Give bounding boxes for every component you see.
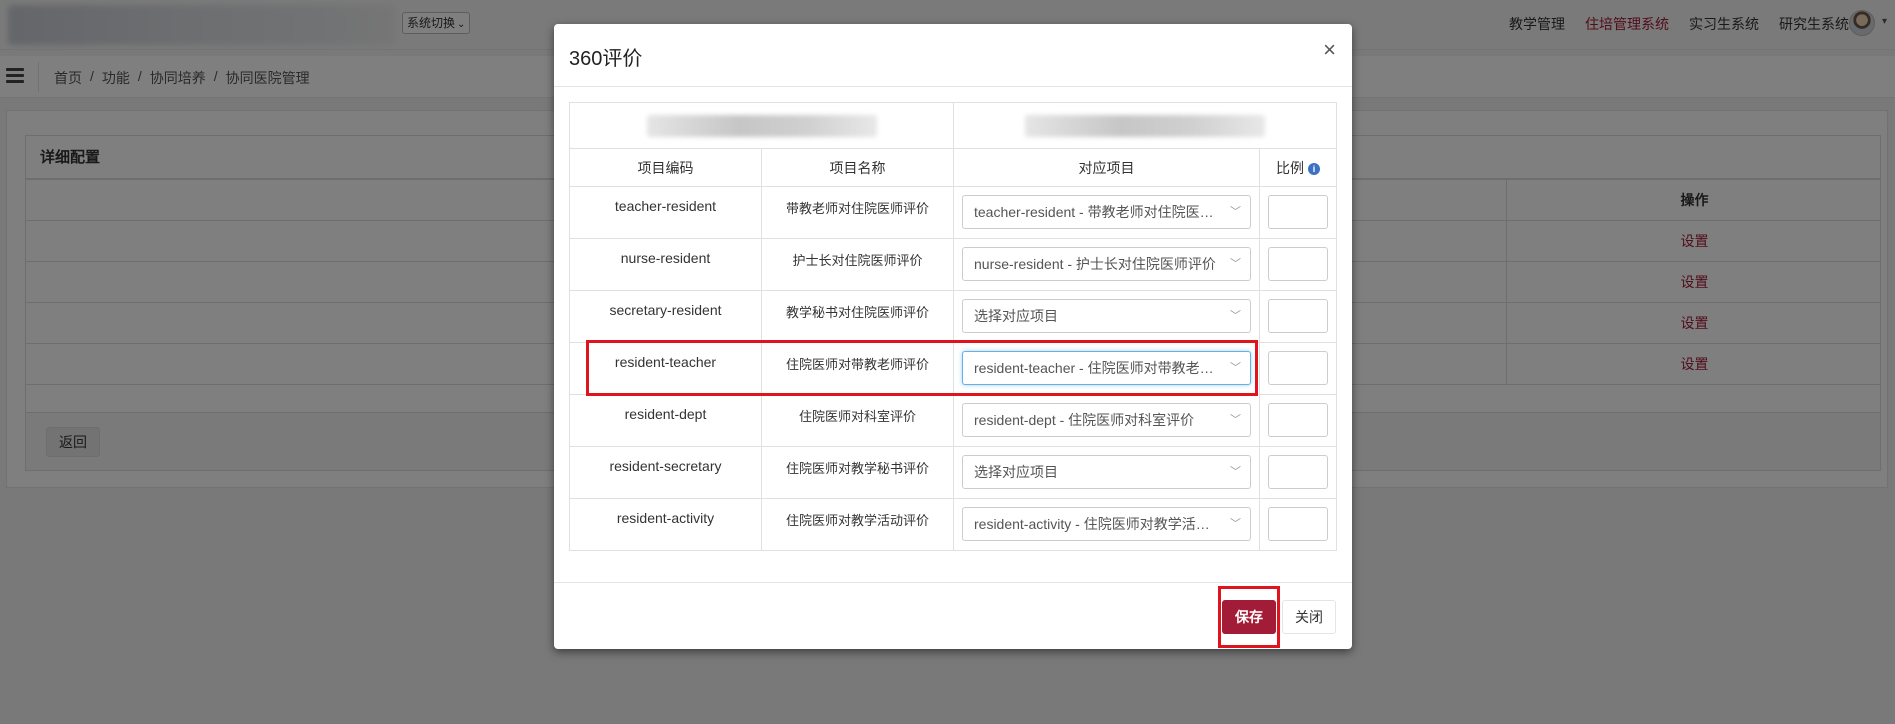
item-name: 住院医师对带教老师评价 — [761, 342, 954, 395]
mapping-select[interactable]: resident-dept - 住院医师对科室评价 ﹀ — [962, 403, 1251, 437]
header-ratio-label: 比例 — [1276, 159, 1304, 176]
ratio-input[interactable] — [1268, 507, 1328, 541]
chevron-down-icon: ﹀ — [1230, 414, 1241, 426]
item-name: 住院医师对教学活动评价 — [761, 498, 954, 551]
table-header-row: 项目编码 项目名称 对应项目 比例 i — [569, 148, 1337, 187]
modal-title: 360评价 — [569, 48, 643, 70]
table-row: resident-dept 住院医师对科室评价 resident-dept - … — [569, 394, 1337, 447]
table-row: resident-teacher 住院医师对带教老师评价 resident-te… — [569, 342, 1337, 395]
item-code: teacher-resident — [569, 186, 762, 239]
evaluation-360-modal: 360评价 × 项目编码 项目名称 对应项目 比例 i teacher-resid… — [554, 24, 1352, 649]
close-button[interactable]: 关闭 — [1282, 600, 1336, 634]
mapping-select-value: 选择对应项目 — [974, 308, 1058, 324]
item-name: 带教老师对住院医师评价 — [761, 186, 954, 239]
table-row: secretary-resident 教学秘书对住院医师评价 选择对应项目 ﹀ — [569, 290, 1337, 343]
mapping-select[interactable]: resident-activity - 住院医师对教学活动评价 ﹀ — [962, 507, 1251, 541]
mapping-select-value: resident-dept - 住院医师对科室评价 — [974, 412, 1195, 428]
item-name: 教学秘书对住院医师评价 — [761, 290, 954, 343]
item-code: secretary-resident — [569, 290, 762, 343]
ratio-input[interactable] — [1268, 351, 1328, 385]
chevron-down-icon: ﹀ — [1230, 466, 1241, 478]
item-code: resident-secretary — [569, 446, 762, 499]
mapping-select[interactable]: teacher-resident - 带教老师对住院医师评价 ﹀ — [962, 195, 1251, 229]
chevron-down-icon: ﹀ — [1230, 362, 1241, 374]
ratio-input[interactable] — [1268, 455, 1328, 489]
header-mapping: 对应项目 — [953, 148, 1260, 187]
mapping-select[interactable]: 选择对应项目 ﹀ — [962, 299, 1251, 333]
ratio-input[interactable] — [1268, 403, 1328, 437]
header-code: 项目编码 — [569, 148, 762, 187]
item-code: nurse-resident — [569, 238, 762, 291]
info-icon[interactable]: i — [1308, 162, 1320, 175]
ratio-input[interactable] — [1268, 247, 1328, 281]
blurred-cell — [953, 102, 1337, 149]
mapping-select-value: nurse-resident - 护士长对住院医师评价 — [974, 256, 1216, 272]
table-row: resident-activity 住院医师对教学活动评价 resident-a… — [569, 498, 1337, 551]
modal-footer: 保存 关闭 — [554, 582, 1352, 649]
header-ratio: 比例 i — [1259, 148, 1337, 187]
close-icon[interactable]: × — [1323, 39, 1336, 61]
modal-header: 360评价 × — [554, 24, 1352, 87]
item-name: 住院医师对教学秘书评价 — [761, 446, 954, 499]
chevron-down-icon: ﹀ — [1230, 206, 1241, 218]
item-code: resident-dept — [569, 394, 762, 447]
item-code: resident-teacher — [569, 342, 762, 395]
chevron-down-icon: ﹀ — [1230, 310, 1241, 322]
item-code: resident-activity — [569, 498, 762, 551]
item-name: 护士长对住院医师评价 — [761, 238, 954, 291]
mapping-select[interactable]: 选择对应项目 ﹀ — [962, 455, 1251, 489]
mapping-select-value: 选择对应项目 — [974, 464, 1058, 480]
mapping-table: 项目编码 项目名称 对应项目 比例 i teacher-resident 带教老师… — [569, 102, 1337, 551]
save-button[interactable]: 保存 — [1222, 600, 1276, 634]
chevron-down-icon: ﹀ — [1230, 518, 1241, 530]
item-name: 住院医师对科室评价 — [761, 394, 954, 447]
mapping-select-value: teacher-resident - 带教老师对住院医师评价 — [974, 204, 1242, 220]
header-name: 项目名称 — [761, 148, 954, 187]
ratio-input[interactable] — [1268, 195, 1328, 229]
chevron-down-icon: ﹀ — [1230, 258, 1241, 270]
table-row — [569, 102, 1337, 149]
table-row: teacher-resident 带教老师对住院医师评价 teacher-res… — [569, 186, 1337, 239]
mapping-select-value: resident-teacher - 住院医师对带教老师评价 — [974, 360, 1242, 376]
table-row: resident-secretary 住院医师对教学秘书评价 选择对应项目 ﹀ — [569, 446, 1337, 499]
ratio-input[interactable] — [1268, 299, 1328, 333]
mapping-select-value: resident-activity - 住院医师对教学活动评价 — [974, 516, 1238, 532]
table-row: nurse-resident 护士长对住院医师评价 nurse-resident… — [569, 238, 1337, 291]
mapping-select[interactable]: resident-teacher - 住院医师对带教老师评价 ﹀ — [962, 351, 1251, 385]
blurred-cell — [569, 102, 954, 149]
mapping-select[interactable]: nurse-resident - 护士长对住院医师评价 ﹀ — [962, 247, 1251, 281]
